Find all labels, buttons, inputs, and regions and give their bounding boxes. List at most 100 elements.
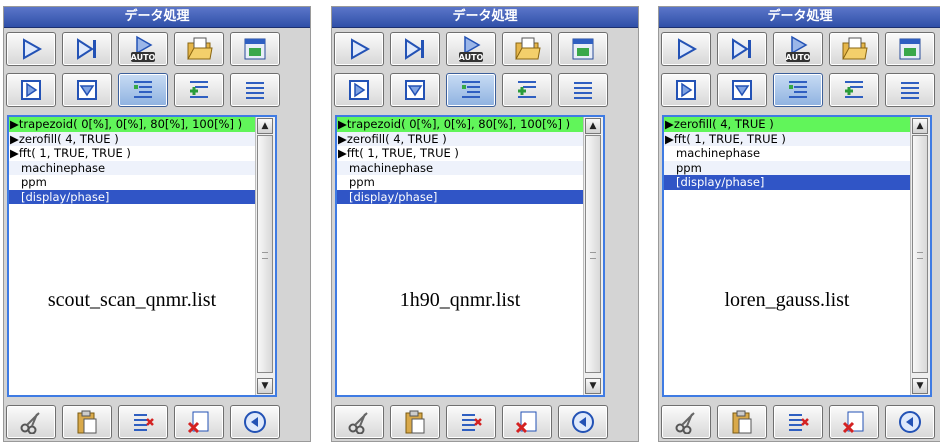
paste-button[interactable] [390,405,440,439]
open-file-icon [513,36,541,62]
list-item[interactable]: ▶fft( 1, TRUE, TRUE ) [664,131,910,146]
frame-down-button[interactable] [717,73,767,107]
list-item[interactable]: ▶zerofill( 4, TRUE ) [664,117,910,132]
frame-play-button[interactable] [334,73,384,107]
paste-icon [403,409,427,435]
open-file-button[interactable] [502,32,552,66]
scroll-up-icon[interactable]: ▲ [257,118,273,134]
list-item[interactable]: ▶trapezoid( 0[%], 0[%], 80[%], 100[%] ) [337,117,583,132]
list-insert-button[interactable] [829,73,879,107]
save-file-button[interactable] [230,32,280,66]
vertical-scrollbar[interactable]: ▲ ▼ [910,117,930,395]
list-item[interactable]: ▶trapezoid( 0[%], 0[%], 80[%], 100[%] ) [9,117,255,132]
list-add-button[interactable] [773,73,823,107]
list-item[interactable]: machinephase [337,160,583,175]
scroll-thumb[interactable] [912,135,928,373]
list-lines-button[interactable] [885,73,935,107]
list-filename-label: 1h90_qnmr.list [399,289,521,311]
frame-down-button[interactable] [390,73,440,107]
open-file-icon [840,36,868,62]
processing-list[interactable]: ▶trapezoid( 0[%], 0[%], 80[%], 100[%] ) ▶… [7,115,277,397]
delete-item-icon [459,410,483,434]
frame-play-button[interactable] [661,73,711,107]
step-forward-icon [729,37,755,61]
cut-button[interactable] [661,405,711,439]
frame-down-icon [404,79,426,101]
auto-button[interactable]: AUTO [446,32,496,66]
list-insert-icon [515,79,539,101]
cut-button[interactable] [334,405,384,439]
scroll-thumb[interactable] [585,135,601,373]
undo-button[interactable] [230,405,280,439]
frame-play-button[interactable] [6,73,56,107]
list-item[interactable]: ▶fft( 1, TRUE, TRUE ) [9,146,255,161]
vertical-scrollbar[interactable]: ▲ ▼ [255,117,275,395]
open-file-button[interactable] [174,32,224,66]
auto-button[interactable]: AUTO [118,32,168,66]
delete-item-button[interactable] [773,405,823,439]
list-item[interactable]: ppm [337,175,583,190]
vertical-scrollbar[interactable]: ▲ ▼ [583,117,603,395]
auto-button[interactable]: AUTO [773,32,823,66]
svg-text:AUTO: AUTO [131,53,156,62]
save-file-icon [897,36,923,62]
processing-panel: データ処理 AUTO ▶trapezoid( 0[%], 0[%], 80[%]… [331,6,639,442]
list-add-button[interactable] [446,73,496,107]
list-item[interactable]: ▶fft( 1, TRUE, TRUE ) [337,146,583,161]
step-forward-button[interactable] [62,32,112,66]
list-item[interactable]: ppm [664,160,910,175]
delete-item-button[interactable] [446,405,496,439]
list-item[interactable]: [display/phase] [664,175,910,190]
undo-button[interactable] [558,405,608,439]
scroll-thumb[interactable] [257,135,273,373]
paste-button[interactable] [717,405,767,439]
scroll-up-icon[interactable]: ▲ [585,118,601,134]
cut-button[interactable] [6,405,56,439]
list-insert-icon [187,79,211,101]
scroll-up-icon[interactable]: ▲ [912,118,928,134]
processing-list[interactable]: ▶zerofill( 4, TRUE ) ▶fft( 1, TRUE, TRUE … [662,115,932,397]
undo-button[interactable] [885,405,935,439]
delete-item-icon [786,410,810,434]
scroll-down-icon[interactable]: ▼ [257,378,273,394]
list-add-icon [786,79,810,101]
undo-icon [898,410,922,434]
list-insert-button[interactable] [502,73,552,107]
list-item[interactable]: ppm [9,175,255,190]
list-item[interactable]: ▶zerofill( 4, TRUE ) [337,131,583,146]
list-insert-button[interactable] [174,73,224,107]
save-file-button[interactable] [885,32,935,66]
processing-list[interactable]: ▶trapezoid( 0[%], 0[%], 80[%], 100[%] ) ▶… [335,115,605,397]
list-item[interactable]: ▶zerofill( 4, TRUE ) [9,131,255,146]
scroll-down-icon[interactable]: ▼ [912,378,928,394]
frame-play-icon [348,79,370,101]
list-add-button[interactable] [118,73,168,107]
list-add-icon [459,79,483,101]
frame-down-button[interactable] [62,73,112,107]
step-forward-button[interactable] [390,32,440,66]
list-item[interactable]: machinephase [9,160,255,175]
svg-text:AUTO: AUTO [786,53,811,62]
auto-icon: AUTO [128,35,158,63]
play-button[interactable] [661,32,711,66]
open-file-button[interactable] [829,32,879,66]
clear-button[interactable] [829,405,879,439]
scroll-down-icon[interactable]: ▼ [585,378,601,394]
paste-button[interactable] [62,405,112,439]
list-item[interactable]: [display/phase] [9,189,255,204]
frame-play-icon [20,79,42,101]
play-icon [19,37,43,61]
list-item[interactable]: [display/phase] [337,189,583,204]
delete-item-button[interactable] [118,405,168,439]
save-file-button[interactable] [558,32,608,66]
list-lines-button[interactable] [230,73,280,107]
list-item[interactable]: machinephase [664,146,910,161]
list-lines-button[interactable] [558,73,608,107]
step-forward-button[interactable] [717,32,767,66]
undo-icon [571,410,595,434]
cut-icon [19,410,43,434]
clear-button[interactable] [174,405,224,439]
play-button[interactable] [334,32,384,66]
clear-button[interactable] [502,405,552,439]
play-button[interactable] [6,32,56,66]
